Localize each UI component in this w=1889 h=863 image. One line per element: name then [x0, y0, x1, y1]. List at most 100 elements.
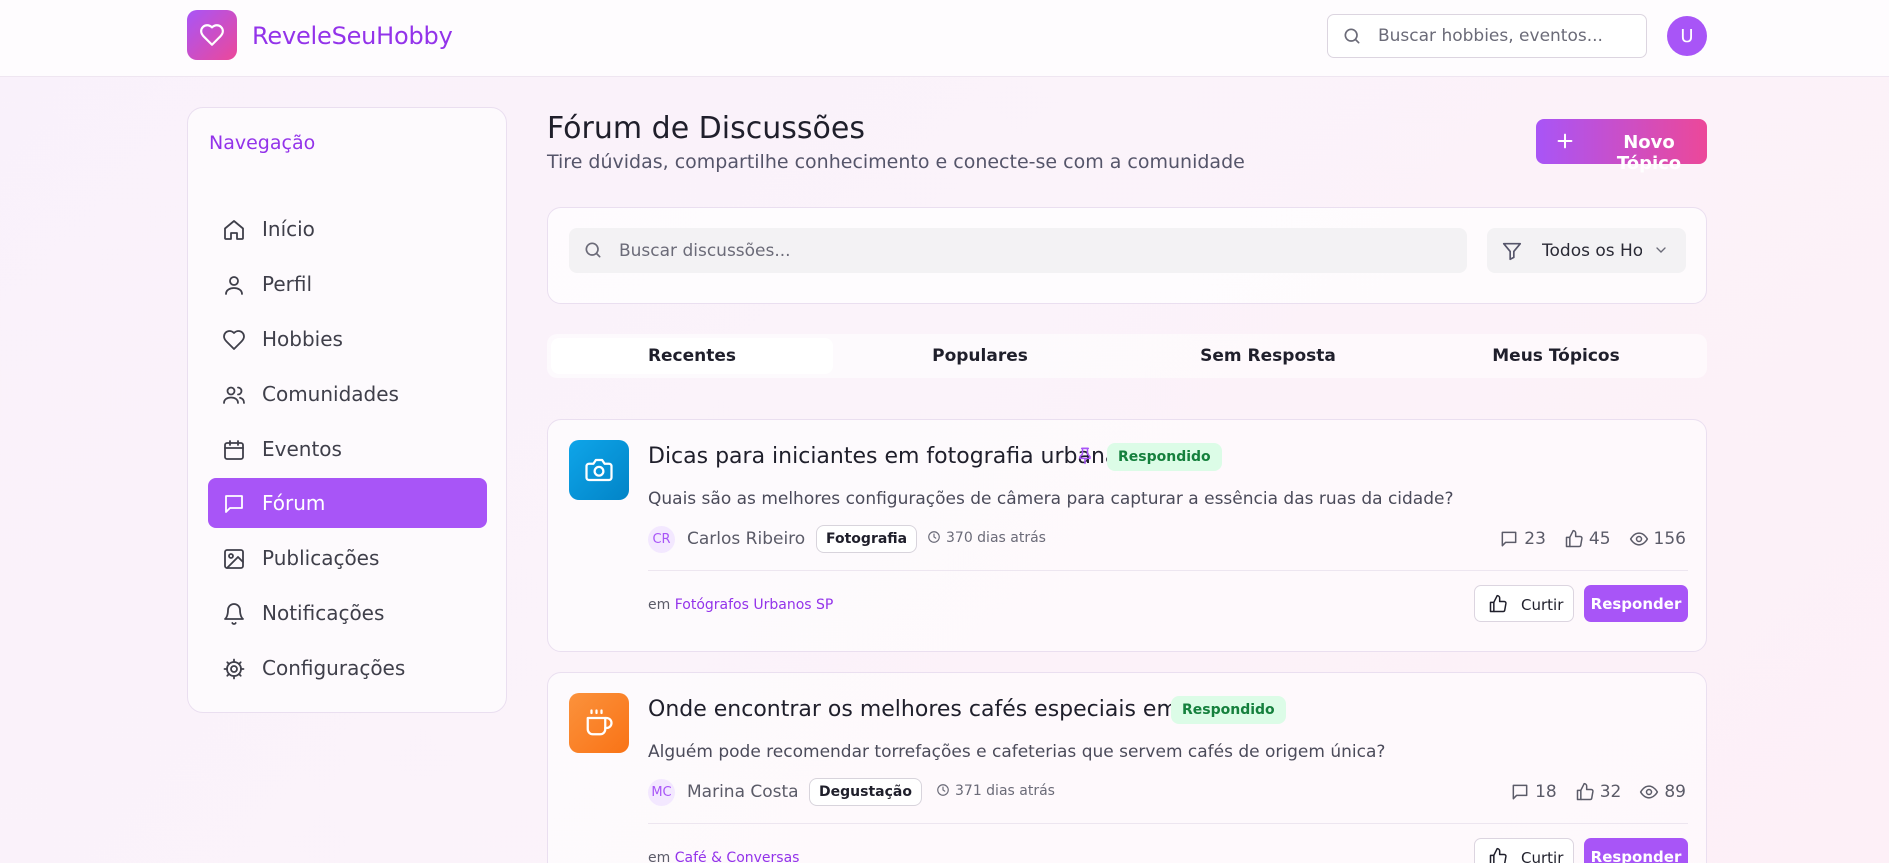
header-search[interactable] — [1327, 14, 1647, 58]
sidebar-item-label: Início — [262, 217, 315, 241]
author-name[interactable]: Carlos Ribeiro — [687, 529, 805, 549]
search-icon — [585, 242, 601, 258]
reply-button[interactable]: Responder — [1584, 838, 1688, 863]
new-topic-label: Novo Tópico — [1616, 132, 1682, 174]
topic-title[interactable]: Onde encontrar os melhores cafés especia… — [648, 697, 1224, 722]
page-subtitle: Tire dúvidas, compartilhe conhecimento e… — [547, 151, 1245, 173]
camera-icon — [585, 458, 613, 482]
community-link[interactable]: Café & Conversas — [675, 850, 800, 863]
header-search-input[interactable] — [1378, 15, 1638, 57]
hobby-filter-value: Todos os Hobbies — [1542, 241, 1642, 261]
sidebar-item-label: Perfil — [262, 272, 313, 296]
tab-populares[interactable]: Populares — [839, 338, 1121, 374]
sidebar-item-configuracoes[interactable]: Configurações — [208, 643, 487, 693]
author-avatar: MC — [648, 779, 675, 806]
community-prefix: em — [648, 850, 671, 863]
heart-icon — [223, 330, 245, 350]
reply-button[interactable]: Responder — [1584, 585, 1688, 622]
topic-stats: 23 45 156 — [1499, 527, 1686, 551]
sidebar-item-label: Configurações — [262, 656, 406, 680]
like-button[interactable]: Curtir — [1474, 838, 1574, 863]
like-button[interactable]: Curtir — [1474, 585, 1574, 622]
tab-sem-resposta[interactable]: Sem Resposta — [1127, 338, 1409, 374]
divider — [648, 823, 1688, 824]
sidebar-item-label: Comunidades — [262, 382, 399, 406]
page-title: Fórum de Discussões — [547, 111, 865, 146]
sidebar-title: Navegação — [209, 132, 316, 154]
time-label: 370 dias atrás — [946, 530, 1046, 546]
gear-icon — [223, 658, 245, 680]
like-count-value: 32 — [1599, 782, 1622, 802]
hobby-tag[interactable]: Degustação — [809, 778, 922, 806]
sidebar-item-perfil[interactable]: Perfil — [208, 259, 487, 309]
image-icon — [224, 549, 244, 569]
forum-search[interactable] — [569, 228, 1467, 273]
sidebar-item-eventos[interactable]: Eventos — [208, 424, 487, 474]
sidebar-item-forum[interactable]: Fórum — [208, 478, 487, 528]
message-square-icon — [225, 495, 243, 513]
filter-card: Todos os Hobbies — [547, 207, 1707, 304]
status-badge: Respondido — [1171, 696, 1286, 724]
clock-icon — [937, 784, 949, 796]
sidebar-item-label: Notificações — [262, 601, 385, 625]
comment-count: 18 — [1510, 780, 1557, 804]
eye-icon — [1640, 785, 1659, 799]
comment-icon — [1501, 531, 1517, 547]
thumbs-up-icon — [1565, 529, 1583, 548]
like-count: 45 — [1564, 527, 1611, 551]
thumbs-up-icon — [1576, 782, 1594, 801]
time-label: 371 dias atrás — [955, 783, 1055, 799]
topic-description: Alguém pode recomendar torrefações e caf… — [648, 742, 1386, 762]
sidebar-item-label: Fórum — [262, 491, 326, 515]
clock-icon — [928, 531, 940, 543]
app-name[interactable]: ReveleSeuHobby — [252, 22, 453, 50]
hobby-filter-select[interactable]: Todos os Hobbies — [1487, 228, 1686, 273]
top-header: ReveleSeuHobby U — [0, 0, 1889, 77]
plus-icon — [1557, 133, 1573, 149]
thumbs-up-icon — [1489, 847, 1507, 863]
comment-icon — [1512, 784, 1528, 800]
pin-icon — [1079, 447, 1091, 465]
community-link[interactable]: Fotógrafos Urbanos SP — [675, 597, 834, 613]
community-line: em Fotógrafos Urbanos SP — [648, 597, 833, 613]
topic-card[interactable]: Onde encontrar os melhores cafés especia… — [547, 672, 1707, 863]
topic-stats: 18 32 89 — [1510, 780, 1686, 804]
view-count: 89 — [1639, 780, 1686, 804]
sidebar-item-inicio[interactable]: Início — [208, 204, 487, 254]
filter-icon — [1502, 242, 1522, 261]
like-count-value: 45 — [1588, 529, 1611, 549]
thumbs-up-icon — [1489, 594, 1507, 613]
sidebar-item-label: Publicações — [262, 546, 380, 570]
status-badge: Respondido — [1107, 443, 1222, 471]
hobby-tag[interactable]: Fotografia — [816, 525, 918, 553]
topic-time: 371 dias atrás — [936, 783, 1055, 799]
topic-time: 370 dias atrás — [927, 530, 1046, 546]
topic-description: Quais são as melhores configurações de c… — [648, 489, 1454, 509]
view-count-value: 156 — [1653, 529, 1686, 549]
user-avatar[interactable]: U — [1667, 16, 1707, 56]
tab-meus-topicos[interactable]: Meus Tópicos — [1415, 338, 1697, 374]
sidebar-item-publicacoes[interactable]: Publicações — [208, 533, 487, 583]
forum-search-input[interactable] — [619, 228, 1449, 273]
author-name[interactable]: Marina Costa — [687, 782, 799, 802]
like-button-label: Curtir — [1521, 849, 1564, 863]
sidebar-item-comunidades[interactable]: Comunidades — [208, 369, 487, 419]
like-button-label: Curtir — [1521, 596, 1564, 614]
chevron-down-icon — [1656, 247, 1666, 253]
user-icon — [225, 276, 243, 295]
sidebar-item-hobbies[interactable]: Hobbies — [208, 314, 487, 364]
app-logo[interactable] — [187, 10, 237, 60]
sidebar: Navegação Início Perfil Hobbies Comunida… — [187, 107, 507, 713]
community-prefix: em — [648, 597, 671, 613]
forum-tabs: Recentes Populares Sem Resposta Meus Tóp… — [547, 334, 1707, 378]
new-topic-button[interactable]: Novo Tópico — [1536, 119, 1707, 174]
sidebar-item-notificacoes[interactable]: Notificações — [208, 588, 487, 638]
users-icon — [223, 386, 245, 404]
calendar-icon — [224, 440, 244, 460]
topic-card[interactable]: Dicas para iniciantes em fotografia urba… — [547, 419, 1707, 652]
author-avatar: CR — [648, 526, 675, 553]
topic-title[interactable]: Dicas para iniciantes em fotografia urba… — [648, 444, 1118, 469]
topic-category-badge — [569, 440, 629, 500]
home-icon — [224, 220, 244, 240]
tab-recentes[interactable]: Recentes — [551, 338, 833, 374]
